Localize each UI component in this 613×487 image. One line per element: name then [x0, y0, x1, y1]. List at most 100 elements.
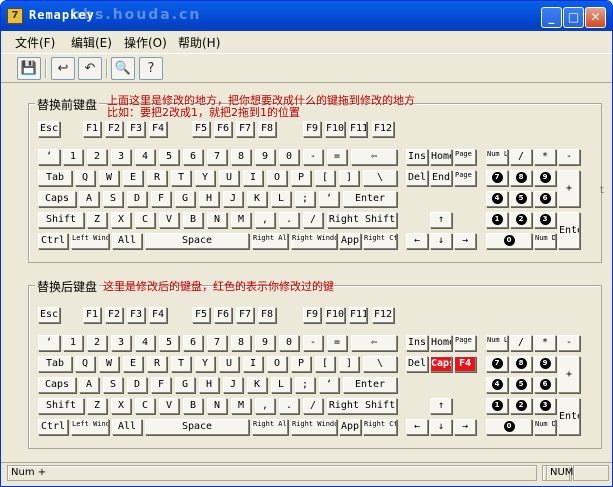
key-x[interactable]: X: [111, 212, 131, 228]
key-z[interactable]: Z: [87, 398, 107, 414]
key-x[interactable]: X: [111, 398, 131, 414]
key-n8[interactable]: 8: [510, 170, 532, 186]
key-r[interactable]: R: [147, 170, 167, 186]
key-q[interactable]: Q: [75, 170, 95, 186]
key-e[interactable]: E: [123, 170, 143, 186]
key-nmul[interactable]: *: [534, 149, 556, 165]
key-period[interactable]: .: [279, 212, 299, 228]
key-d[interactable]: D: [127, 377, 147, 393]
key-enter[interactable]: Enter: [343, 191, 397, 207]
key-0[interactable]: 0: [279, 149, 299, 165]
key-2[interactable]: 2: [87, 335, 107, 351]
key-n7[interactable]: 7: [486, 170, 508, 186]
key-q[interactable]: Q: [75, 356, 95, 372]
key-home[interactable]: Home: [430, 335, 452, 351]
key-up[interactable]: ↑: [430, 398, 452, 414]
key-lalt[interactable]: All: [112, 233, 142, 249]
key-lshift[interactable]: Shift: [38, 398, 84, 414]
key-ndiv[interactable]: /: [510, 335, 532, 351]
key-n2[interactable]: 2: [510, 398, 532, 414]
key-n5[interactable]: 5: [510, 191, 532, 207]
key-f4[interactable]: F4: [149, 121, 167, 137]
key-f1[interactable]: F1: [83, 121, 101, 137]
key-caps[interactable]: Caps: [38, 377, 76, 393]
key-f12[interactable]: F12: [372, 121, 394, 137]
key-tab[interactable]: Tab: [38, 170, 72, 186]
menu-operate[interactable]: 操作(O): [124, 34, 167, 51]
key-nadd[interactable]: +: [558, 356, 580, 393]
key-esc[interactable]: Esc: [38, 121, 60, 137]
key-backslash[interactable]: \: [363, 170, 397, 186]
key-grave[interactable]: ‘: [38, 149, 60, 165]
key-n6[interactable]: 6: [534, 191, 556, 207]
key-n[interactable]: N: [207, 212, 227, 228]
key-space[interactable]: Space: [145, 419, 249, 435]
key-n7[interactable]: 7: [486, 356, 508, 372]
key-n2[interactable]: 2: [510, 212, 532, 228]
key-nenter[interactable]: Enter: [558, 398, 580, 435]
key-8[interactable]: 8: [231, 149, 251, 165]
key-k[interactable]: K: [247, 191, 267, 207]
key-period[interactable]: .: [279, 398, 299, 414]
key-right[interactable]: →: [454, 419, 476, 435]
key-up[interactable]: ↑: [430, 212, 452, 228]
key-f9[interactable]: F9: [303, 307, 321, 323]
key-rshift[interactable]: Right Shift: [327, 398, 397, 414]
key-esc[interactable]: Esc: [38, 307, 60, 323]
key-ralt[interactable]: Right Alt: [252, 419, 288, 435]
key-ins[interactable]: Ins: [406, 335, 428, 351]
key-7[interactable]: 7: [207, 335, 227, 351]
key-n8[interactable]: 8: [510, 356, 532, 372]
key-right[interactable]: →: [454, 233, 476, 249]
maximize-button[interactable]: □: [563, 7, 584, 28]
key-ndel[interactable]: Num Del: [534, 419, 556, 435]
key-ndiv[interactable]: /: [510, 149, 532, 165]
key-r[interactable]: R: [147, 356, 167, 372]
key-minus[interactable]: -: [303, 335, 323, 351]
key-a[interactable]: A: [79, 191, 99, 207]
key-numlock[interactable]: Num Lock: [486, 335, 508, 351]
key-h[interactable]: H: [199, 191, 219, 207]
key-s[interactable]: S: [103, 377, 123, 393]
key-f2[interactable]: F2: [105, 307, 123, 323]
key-t[interactable]: T: [171, 356, 191, 372]
key-home[interactable]: Home: [430, 149, 452, 165]
key-caps[interactable]: Caps: [38, 191, 76, 207]
key-del[interactable]: Del: [406, 170, 428, 186]
key-ralt[interactable]: Right Alt: [252, 233, 288, 249]
key-numlock[interactable]: Num Lock: [486, 149, 508, 165]
key-0[interactable]: 0: [279, 335, 299, 351]
key-a[interactable]: A: [79, 377, 99, 393]
key-space[interactable]: Space: [145, 233, 249, 249]
key-l[interactable]: L: [271, 191, 291, 207]
key-n5[interactable]: 5: [510, 377, 532, 393]
key-comma[interactable]: ,: [255, 212, 275, 228]
key-f5[interactable]: F5: [192, 121, 210, 137]
key-left[interactable]: ←: [406, 233, 428, 249]
key-1[interactable]: 1: [63, 335, 83, 351]
key-lalt[interactable]: All: [112, 419, 142, 435]
key-n1[interactable]: 1: [486, 212, 508, 228]
key-o[interactable]: O: [267, 170, 287, 186]
key-n[interactable]: N: [207, 398, 227, 414]
key-7[interactable]: 7: [207, 149, 227, 165]
key-i[interactable]: I: [243, 356, 263, 372]
key-n3[interactable]: 3: [534, 398, 556, 414]
key-f11[interactable]: F11: [349, 121, 367, 137]
key-t[interactable]: T: [171, 170, 191, 186]
key-s[interactable]: S: [103, 191, 123, 207]
changed-key-f4[interactable]: F4: [454, 356, 476, 372]
key-o[interactable]: O: [267, 356, 287, 372]
key-3[interactable]: 3: [111, 335, 131, 351]
key-f4[interactable]: F4: [149, 307, 167, 323]
save-icon[interactable]: 💾: [17, 57, 41, 80]
key-nmul[interactable]: *: [534, 335, 556, 351]
key-equal[interactable]: =: [327, 149, 347, 165]
key-pgup[interactable]: Page Up: [454, 149, 476, 165]
key-f6[interactable]: F6: [214, 121, 232, 137]
key-m[interactable]: M: [231, 398, 251, 414]
menu-help[interactable]: 帮助(H): [178, 34, 220, 51]
key-v[interactable]: V: [159, 212, 179, 228]
key-pgdn[interactable]: Page Down: [454, 170, 476, 186]
key-4[interactable]: 4: [135, 335, 155, 351]
